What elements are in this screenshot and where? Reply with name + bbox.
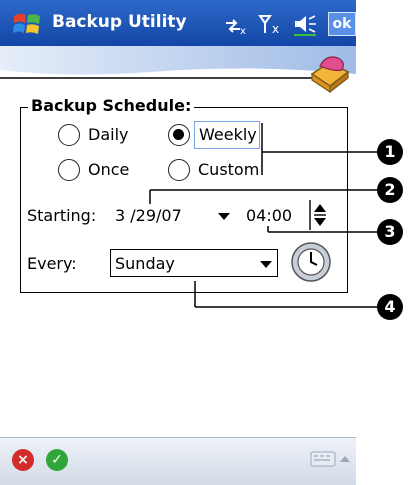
keyboard-icon[interactable] [310, 449, 352, 469]
callout-4: 4 [377, 294, 403, 320]
confirm-button[interactable]: ✓ [46, 449, 68, 471]
callout-leader-lines [149, 123, 378, 308]
checkmark-icon: ✓ [51, 452, 63, 468]
callout-3: 3 [377, 219, 403, 245]
callout-1: 1 [377, 139, 403, 165]
close-icon: × [17, 452, 29, 468]
callout-2: 2 [377, 177, 403, 203]
cancel-button[interactable]: × [12, 449, 34, 471]
